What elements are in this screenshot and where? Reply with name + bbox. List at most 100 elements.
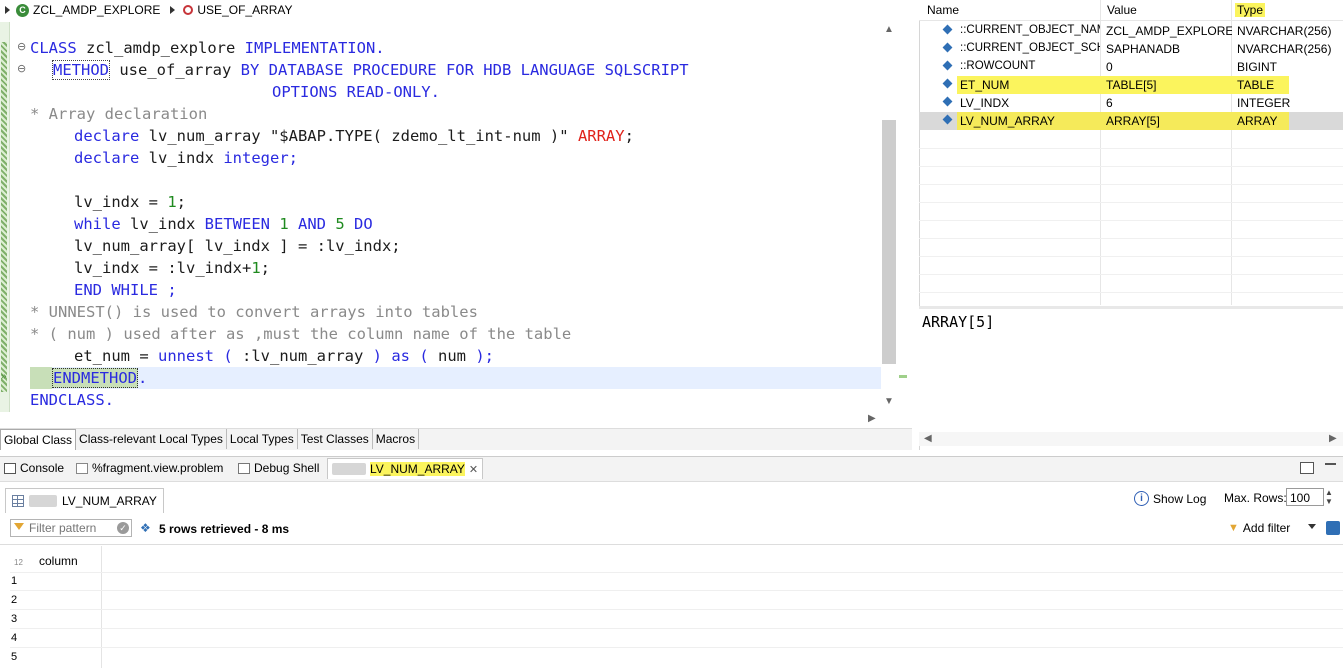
code-token: 1	[251, 259, 261, 277]
tab-local-types[interactable]: Local Types	[227, 429, 298, 449]
scroll-left-icon[interactable]: ◀	[924, 433, 932, 444]
code-token: lv_indx = :lv_indx+	[74, 259, 252, 277]
column-header[interactable]: column	[39, 554, 78, 568]
variable-type: TABLE	[1237, 78, 1275, 92]
variables-header: Name Value Type	[919, 0, 1343, 21]
code-line: METHOD use_of_array BY DATABASE PROCEDUR…	[52, 59, 689, 81]
tab-class-relevant-local-types[interactable]: Class-relevant Local Types	[76, 429, 227, 449]
dropdown-arrow-icon[interactable]	[1308, 524, 1316, 529]
variable-value: TABLE[5]	[1106, 78, 1157, 92]
expand-arrow-icon[interactable]	[5, 6, 10, 14]
variable-row[interactable]: ::CURRENT_OBJECT_NAME ZCL_AMDP_EXPLORE..…	[919, 22, 1343, 40]
close-icon[interactable]: ✕	[469, 463, 478, 476]
info-icon: i	[1134, 491, 1149, 506]
save-icon[interactable]	[1326, 521, 1340, 535]
variable-row[interactable]: LV_INDX 6 INTEGER	[919, 94, 1343, 112]
add-filter-button[interactable]: ▼ Add filter	[1228, 521, 1290, 535]
fold-toggle-icon[interactable]: ⊖	[17, 62, 26, 75]
view-icon	[76, 462, 88, 474]
filter-icon	[14, 523, 24, 530]
breadcrumb-method[interactable]: USE_OF_ARRAY	[183, 3, 293, 17]
code-token: .	[138, 369, 148, 387]
row-number: 5	[11, 651, 18, 663]
editor-scroll-thumb[interactable]	[882, 120, 896, 364]
tab-lv-num-array[interactable]: LV_NUM_ARRAY ✕	[327, 458, 484, 479]
clear-filter-icon[interactable]: ✓	[117, 522, 129, 534]
variable-name: ::CURRENT_OBJECT_NAME	[960, 24, 1100, 36]
maximize-icon[interactable]	[1325, 463, 1336, 465]
breadcrumb-class[interactable]: C ZCL_AMDP_EXPLORE	[16, 3, 160, 17]
fold-toggle-icon[interactable]: ⊖	[17, 40, 26, 53]
code-line: END WHILE ;	[74, 281, 177, 299]
editor-horizontal-scrollbar[interactable]: ▶	[0, 412, 898, 426]
row-number: 1	[11, 575, 18, 587]
code-token: et_num =	[74, 347, 158, 365]
scroll-up-icon[interactable]: ▲	[884, 24, 894, 35]
variable-row-selected[interactable]: LV_NUM_ARRAY ARRAY[5] ARRAY	[919, 112, 1343, 130]
scroll-right-icon[interactable]: ▶	[1329, 433, 1337, 444]
variable-name: ::CURRENT_OBJECT_SCHEMA	[960, 42, 1100, 54]
variable-detail-pane: ARRAY[5]	[919, 306, 1343, 433]
code-token: lv_indx	[120, 215, 205, 233]
code-line: et_num = unnest ( :lv_num_array ) as ( n…	[74, 345, 494, 367]
variable-detail-text: ARRAY[5]	[922, 313, 995, 331]
show-log-button[interactable]: i Show Log	[1134, 491, 1206, 506]
code-line: while lv_indx BETWEEN 1 AND 5 DO	[74, 213, 373, 235]
code-token: 5	[335, 215, 345, 233]
tab-console[interactable]: Console	[4, 461, 64, 475]
variable-type: NVARCHAR(256)	[1237, 42, 1332, 56]
variables-horizontal-scrollbar[interactable]: ◀ ▶	[919, 432, 1343, 446]
refresh-icon[interactable]: ❖	[140, 521, 151, 535]
variable-value: ARRAY[5]	[1106, 114, 1160, 128]
code-line: lv_num_array[ lv_indx ] = :lv_indx;	[74, 237, 401, 255]
tab-test-classes[interactable]: Test Classes	[298, 429, 373, 449]
comment-line: * UNNEST() is used to convert arrays int…	[30, 303, 478, 321]
console-icon	[4, 462, 16, 474]
code-line: declare lv_num_array "$ABAP.TYPE( zdemo_…	[74, 125, 634, 147]
variable-icon	[942, 24, 953, 35]
redacted-label	[332, 463, 366, 475]
max-rows-input[interactable]: 100	[1286, 488, 1324, 506]
row-number: 4	[11, 632, 18, 644]
code-token: lv_indx =	[74, 193, 168, 211]
code-token: IMPLEMENTATION.	[244, 39, 385, 57]
minimize-icon[interactable]	[1300, 462, 1314, 474]
code-token: use_of_array	[110, 61, 241, 79]
code-token: lv_indx	[139, 149, 224, 167]
column-header-value[interactable]: Value	[1107, 3, 1137, 17]
variable-row[interactable]: ::CURRENT_OBJECT_SCHEMA SAPHANADB NVARCH…	[919, 40, 1343, 58]
code-line: ENDMETHOD.	[52, 367, 147, 389]
variable-row[interactable]: ::ROWCOUNT 0 BIGINT	[919, 58, 1343, 76]
comment-line: * ( num ) used after as ,must the column…	[30, 325, 572, 343]
column-header-type[interactable]: Type	[1235, 3, 1266, 17]
variable-row[interactable]: ET_NUM TABLE[5] TABLE	[919, 76, 1343, 94]
code-line: lv_indx = 1;	[74, 191, 186, 213]
editor-tab-bar: Global Class Class-relevant Local Types …	[0, 428, 912, 450]
variable-icon	[942, 42, 953, 53]
variable-icon	[942, 78, 953, 89]
tab-fragment-view[interactable]: %fragment.view.problem	[76, 461, 223, 475]
filter-pattern-input[interactable]	[10, 519, 132, 537]
variable-type: NVARCHAR(256)	[1237, 24, 1332, 38]
variable-name: LV_NUM_ARRAY	[960, 114, 1055, 128]
max-rows-stepper[interactable]: ▲ ▼	[1325, 488, 1333, 506]
tab-fragment-label: %fragment.view.problem	[92, 461, 224, 475]
code-line: lv_indx = :lv_indx+1;	[74, 257, 270, 279]
variable-value: 6	[1106, 96, 1113, 110]
column-header-name[interactable]: Name	[927, 3, 959, 17]
result-tab[interactable]: LV_NUM_ARRAY	[5, 488, 164, 513]
scroll-right-icon[interactable]: ▶	[868, 413, 876, 424]
tab-macros[interactable]: Macros	[373, 429, 420, 449]
show-log-label: Show Log	[1153, 491, 1207, 506]
variable-icon	[942, 114, 953, 125]
tab-global-class[interactable]: Global Class	[0, 429, 77, 450]
breadcrumb-method-label: USE_OF_ARRAY	[197, 3, 293, 17]
code-token: unnest (	[158, 347, 242, 365]
code-token: 1	[167, 193, 177, 211]
scroll-down-icon[interactable]: ▼	[884, 396, 894, 407]
current-line-highlight	[30, 367, 881, 389]
breadcrumb: C ZCL_AMDP_EXPLORE USE_OF_ARRAY	[0, 0, 912, 20]
add-filter-label: Add filter	[1242, 521, 1291, 535]
code-token: ENDMETHOD	[52, 368, 138, 388]
tab-debug-shell[interactable]: Debug Shell	[238, 461, 319, 475]
